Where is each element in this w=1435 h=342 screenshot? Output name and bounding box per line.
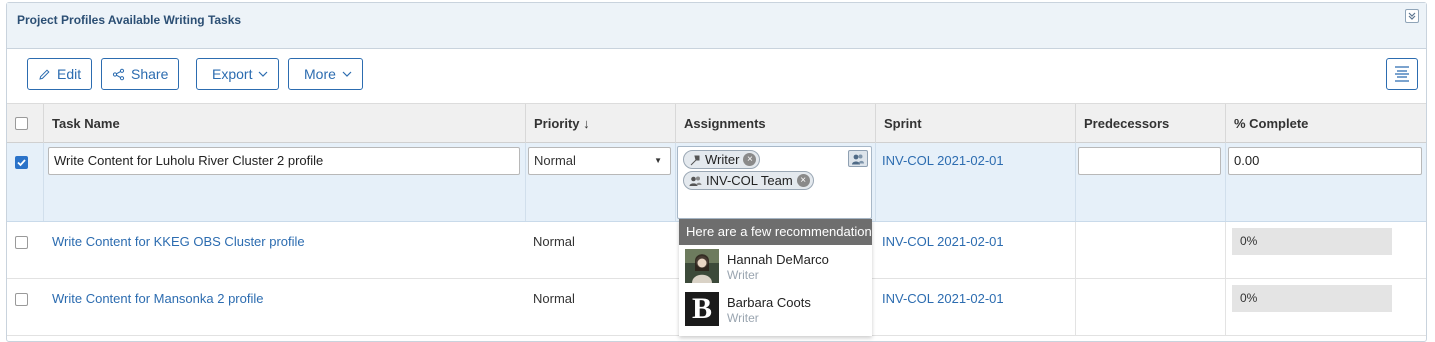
column-settings-icon bbox=[1395, 66, 1409, 82]
assignment-chip: INV-COL Team × bbox=[683, 171, 814, 190]
predecessors-input[interactable] bbox=[1078, 147, 1221, 175]
recommendation-name: Hannah DeMarco bbox=[727, 252, 829, 267]
share-button[interactable]: Share bbox=[101, 58, 180, 90]
edit-button[interactable]: Edit bbox=[27, 58, 93, 90]
assign-people-icon[interactable] bbox=[848, 150, 868, 167]
avatar: B bbox=[685, 292, 719, 326]
row-checkbox[interactable] bbox=[15, 156, 28, 169]
column-task-name[interactable]: Task Name bbox=[43, 104, 533, 144]
share-icon bbox=[112, 68, 125, 80]
recommendations-header: Here are a few recommendations bbox=[679, 219, 872, 245]
sprint-link[interactable]: INV-COL 2021-02-01 bbox=[882, 153, 1004, 168]
assignment-chip-label: Writer bbox=[705, 152, 740, 167]
column-priority[interactable]: Priority ↓ bbox=[525, 104, 675, 144]
select-all-checkbox[interactable] bbox=[15, 117, 28, 130]
more-dropdown-button[interactable]: More bbox=[288, 58, 363, 90]
role-icon bbox=[690, 155, 700, 165]
column-settings-button[interactable] bbox=[1386, 58, 1418, 90]
percent-complete-bar: 0% bbox=[1232, 228, 1392, 255]
task-name-input[interactable]: Write Content for Luholu River Cluster 2… bbox=[48, 147, 520, 175]
edit-label: Edit bbox=[57, 66, 82, 82]
chevron-down-icon bbox=[259, 71, 268, 77]
export-dropdown-button[interactable]: Export bbox=[196, 58, 280, 90]
more-label: More bbox=[304, 66, 336, 82]
recommendation-item[interactable]: Hannah DeMarco Writer bbox=[679, 245, 872, 288]
recommendation-role: Writer bbox=[727, 311, 759, 325]
sprint-link[interactable]: INV-COL 2021-02-01 bbox=[882, 291, 1004, 306]
share-label: Share bbox=[131, 66, 169, 82]
checkmark-icon bbox=[17, 159, 26, 167]
panel-header: Project Profiles Available Writing Tasks bbox=[7, 3, 1426, 49]
priority-value: Normal bbox=[533, 291, 575, 306]
percent-complete-input[interactable]: 0.00 bbox=[1228, 147, 1422, 175]
export-label: Export bbox=[212, 66, 253, 82]
column-assignments[interactable]: Assignments bbox=[675, 104, 875, 144]
chevron-down-icon bbox=[342, 71, 352, 77]
recommendation-name: Barbara Coots bbox=[727, 295, 811, 310]
panel-title: Project Profiles Available Writing Tasks bbox=[17, 13, 242, 27]
recommendations-dropdown: Here are a few recommendations Hannah De… bbox=[679, 219, 872, 336]
grid-header: Task Name Priority ↓ Assignments Sprint … bbox=[7, 103, 1428, 144]
percent-complete-bar: 0% bbox=[1232, 285, 1392, 312]
toolbar: Edit Share Export More bbox=[7, 50, 1426, 103]
task-name-link[interactable]: Write Content for KKEG OBS Cluster profi… bbox=[52, 234, 305, 249]
row-checkbox[interactable] bbox=[15, 293, 28, 306]
assignment-chip: Writer × bbox=[683, 150, 761, 169]
task-name-link[interactable]: Write Content for Mansonka 2 profile bbox=[52, 291, 263, 306]
recommendation-role: Writer bbox=[727, 268, 759, 282]
assignments-editor[interactable]: Writer × INV-COL Team × bbox=[677, 146, 872, 219]
priority-select[interactable]: Normal ▼ bbox=[528, 147, 671, 175]
pencil-icon bbox=[39, 68, 50, 80]
sprint-link[interactable]: INV-COL 2021-02-01 bbox=[882, 234, 1004, 249]
assignment-chip-label: INV-COL Team bbox=[706, 173, 793, 188]
remove-chip-icon[interactable]: × bbox=[796, 174, 810, 187]
collapse-icon[interactable] bbox=[1405, 9, 1419, 23]
column-sprint[interactable]: Sprint bbox=[875, 104, 1075, 144]
remove-chip-icon[interactable]: × bbox=[743, 153, 757, 166]
row-checkbox[interactable] bbox=[15, 236, 28, 249]
priority-select-value: Normal bbox=[534, 153, 576, 168]
priority-value: Normal bbox=[533, 234, 575, 249]
column-percent-complete[interactable]: % Complete bbox=[1225, 104, 1428, 144]
writing-tasks-panel: Project Profiles Available Writing Tasks… bbox=[6, 2, 1427, 342]
avatar bbox=[685, 249, 719, 283]
caret-down-icon: ▼ bbox=[654, 156, 662, 165]
avatar-letter: B bbox=[691, 292, 712, 325]
recommendation-item[interactable]: B Barbara Coots Writer bbox=[679, 288, 872, 331]
column-predecessors[interactable]: Predecessors bbox=[1075, 104, 1225, 144]
team-icon bbox=[689, 176, 702, 186]
